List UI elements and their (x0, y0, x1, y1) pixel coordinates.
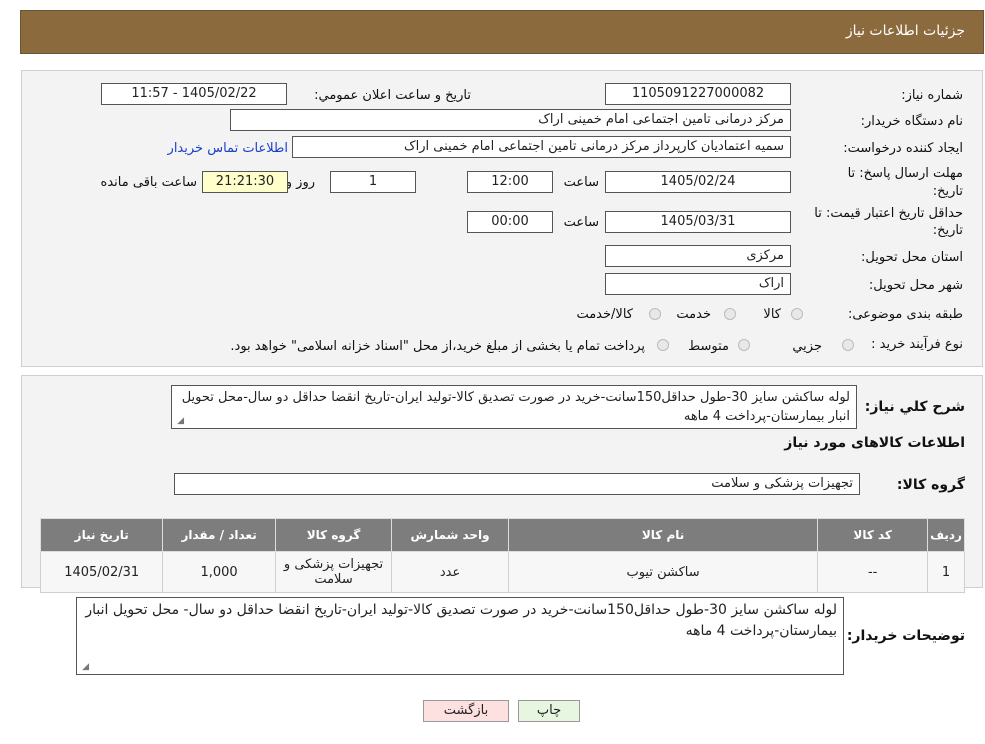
price-validity-label-2: تاریخ: (932, 223, 963, 238)
page-header: جزئیات اطلاعات نیاز (20, 10, 984, 54)
cell-quantity: 1,000 (162, 551, 276, 593)
buyer-contact-link[interactable]: اطلاعات تماس خریدار (168, 141, 288, 156)
reply-deadline-label-2: تاریخ: (932, 184, 963, 199)
purchase-minor-radio[interactable] (842, 339, 854, 351)
purchase-minor-label: جزیي (792, 339, 822, 354)
description-text: لوله ساکشن سایز 30-طول حداقل150سانت-خرید… (181, 390, 850, 424)
reply-deadline-label: مهلت ارسال پاسخ: تا (847, 166, 963, 181)
need-number-label: شماره نیاز: (901, 88, 963, 103)
city-field[interactable]: اراک (605, 273, 791, 295)
announce-datetime-label: تاریخ و ساعت اعلان عمومي: (314, 88, 471, 103)
reply-deadline-date-field[interactable]: 1405/02/24 (605, 171, 791, 193)
buyer-notes-text: لوله ساکشن سایز 30-طول حداقل150سانت-خرید… (85, 602, 837, 639)
price-validity-time-label: ساعت (563, 215, 599, 230)
back-button[interactable]: بازگشت (423, 700, 509, 722)
buyer-notes-textarea[interactable]: لوله ساکشن سایز 30-طول حداقل150سانت-خرید… (76, 597, 844, 675)
remaining-time-label: ساعت باقی مانده (100, 175, 197, 190)
items-section-title: اطلاعات کالاهای مورد نیاز (784, 435, 965, 451)
cell-name: ساکشن تیوب (507, 551, 819, 593)
category-service-label: خدمت (676, 307, 711, 322)
city-label: شهر محل تحویل: (868, 278, 963, 293)
description-textarea[interactable]: لوله ساکشن سایز 30-طول حداقل150سانت-خرید… (171, 385, 857, 429)
reply-deadline-time-label: ساعت (563, 175, 599, 190)
purchase-medium-label: متوسط (688, 339, 729, 354)
cell-group: تجهیزات پزشکی و سلامت (274, 551, 393, 593)
table-row[interactable]: 1 -- ساکشن تیوب عدد تجهیزات پزشکی و سلام… (39, 551, 965, 593)
col-header-quantity: تعداد / مقدار (162, 518, 276, 552)
col-header-date: تاریخ نیاز (39, 518, 164, 552)
reply-days-field[interactable]: 1 (330, 171, 416, 193)
col-header-row: ردیف (927, 518, 965, 552)
category-service-radio[interactable] (724, 308, 736, 320)
buyer-org-label: نام دستگاه خریدار: (860, 114, 963, 129)
print-button[interactable]: چاپ (518, 700, 580, 722)
description-label: شرح کلي نياز: (864, 399, 965, 415)
requester-label: ایجاد کننده درخواست: (843, 141, 963, 156)
need-number-field[interactable]: 1105091227000082 (605, 83, 791, 105)
reply-deadline-time-field[interactable]: 12:00 (467, 171, 553, 193)
col-header-unit: واحد شمارش (391, 518, 509, 552)
category-goods-service-label: کالا/خدمت (576, 307, 633, 322)
goods-group-field[interactable]: تجهیزات پزشکی و سلامت (174, 473, 860, 495)
reply-days-label: روز و (285, 175, 315, 190)
treasury-note: پرداخت تمام یا بخشی از مبلغ خرید،از محل … (230, 339, 645, 354)
category-label: طبقه بندی موضوعی: (847, 307, 963, 322)
category-goods-radio[interactable] (791, 308, 803, 320)
category-goods-label: کالا (763, 307, 781, 322)
province-label: استان محل تحویل: (861, 250, 963, 265)
resize-grip-icon[interactable]: ◢ (175, 417, 184, 426)
purchase-type-label: نوع فرآیند خرید : (871, 337, 963, 352)
cell-date: 1405/02/31 (39, 551, 164, 593)
items-table: ردیف کد کالا نام کالا واحد شمارش گروه کا… (39, 518, 965, 593)
purchase-medium-radio[interactable] (738, 339, 750, 351)
announce-datetime-field[interactable]: 1405/02/22 - 11:57 (101, 83, 287, 105)
col-header-name: نام کالا (507, 518, 819, 552)
cell-row: 1 (927, 551, 965, 593)
goods-group-label: گروه کالا: (896, 477, 965, 493)
col-header-code: کد کالا (817, 518, 929, 552)
cell-code: -- (817, 551, 929, 593)
page-title: جزئیات اطلاعات نیاز (845, 23, 965, 39)
cell-unit: عدد (391, 551, 509, 593)
treasury-checkbox[interactable] (657, 339, 669, 351)
requester-field[interactable]: سمیه اعتمادیان کارپرداز مرکز درمانی تامی… (292, 136, 791, 158)
category-goods-service-radio[interactable] (649, 308, 661, 320)
buyer-notes-label: توضیحات خریدار: (846, 628, 965, 644)
resize-grip-icon[interactable]: ◢ (80, 663, 89, 672)
price-validity-time-field[interactable]: 00:00 (467, 211, 553, 233)
remaining-time-field: 21:21:30 (202, 171, 288, 193)
col-header-group: گروه کالا (274, 518, 393, 552)
table-header-row: ردیف کد کالا نام کالا واحد شمارش گروه کا… (39, 518, 965, 552)
price-validity-label: حداقل تاریخ اعتبار قیمت: تا (814, 206, 963, 221)
buyer-org-field[interactable]: مرکز درمانی تامین اجتماعی امام خمینی ارا… (230, 109, 791, 131)
price-validity-date-field[interactable]: 1405/03/31 (605, 211, 791, 233)
province-field[interactable]: مرکزی (605, 245, 791, 267)
